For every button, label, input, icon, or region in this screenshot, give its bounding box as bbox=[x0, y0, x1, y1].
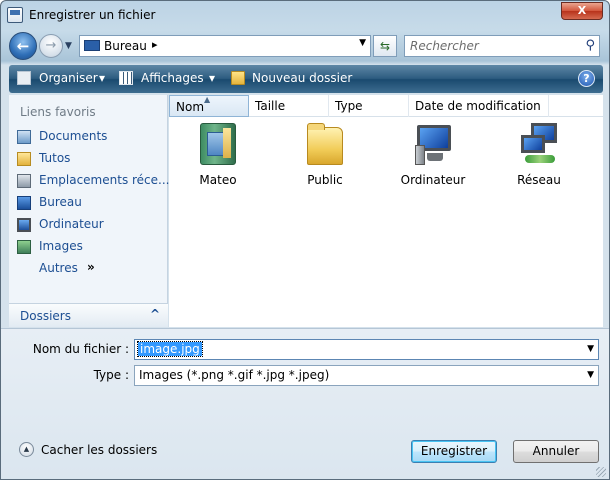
save-button[interactable]: Enregistrer bbox=[411, 440, 497, 463]
list-item[interactable]: Ordinateur bbox=[388, 123, 478, 191]
views-dropdown-icon[interactable]: ▾ bbox=[209, 71, 215, 85]
sort-ascending-icon: ▲ bbox=[204, 95, 211, 104]
hide-folders-icon[interactable]: ▲ bbox=[19, 442, 34, 457]
column-header-name[interactable]: ▲ Nom bbox=[169, 95, 249, 117]
computer-icon bbox=[415, 123, 451, 165]
file-label: Ordinateur bbox=[400, 173, 466, 187]
address-separator-icon[interactable]: ▸ bbox=[152, 38, 158, 51]
folder-icon bbox=[17, 152, 31, 166]
organize-icon bbox=[17, 71, 31, 85]
command-toolbar: Organiser ▾ Affichages ▾ Nouveau dossier… bbox=[9, 65, 603, 93]
column-header-type[interactable]: Type bbox=[329, 95, 409, 117]
new-folder-button[interactable]: Nouveau dossier bbox=[252, 71, 352, 85]
close-button[interactable]: X bbox=[561, 2, 603, 20]
filename-dropdown-icon[interactable]: ▼ bbox=[587, 344, 594, 354]
type-label: Type : bbox=[93, 368, 129, 382]
search-placeholder: Rechercher bbox=[410, 39, 479, 53]
desktop-icon bbox=[17, 196, 31, 210]
file-type-select[interactable]: Images (*.png *.gif *.jpg *.jpeg) ▼ bbox=[134, 365, 599, 386]
forward-button[interactable]: → bbox=[39, 34, 63, 58]
navigation-pane: Liens favoris Documents Tutos Emplacemen… bbox=[9, 95, 169, 327]
list-item[interactable]: Public bbox=[280, 123, 370, 191]
address-location: Bureau bbox=[104, 39, 147, 53]
back-button[interactable]: ← bbox=[9, 32, 37, 60]
favorites-heading: Liens favoris bbox=[20, 105, 96, 119]
list-item[interactable]: Mateo bbox=[173, 123, 263, 191]
recent-places-icon bbox=[17, 174, 31, 188]
organize-button[interactable]: Organiser bbox=[39, 71, 98, 85]
sidebar-item-label: Documents bbox=[39, 129, 108, 143]
filename-value: image.jpg bbox=[137, 341, 203, 357]
computer-icon bbox=[17, 218, 31, 232]
user-folder-icon bbox=[200, 123, 236, 165]
column-header-label: Nom bbox=[176, 100, 205, 114]
desktop-icon bbox=[84, 40, 100, 51]
title-bar[interactable]: Enregistrer un fichier X bbox=[1, 1, 609, 29]
cancel-button[interactable]: Annuler bbox=[513, 440, 599, 463]
pictures-icon bbox=[17, 240, 31, 254]
folders-label: Dossiers bbox=[20, 309, 71, 323]
sidebar-item-label: Images bbox=[39, 239, 83, 253]
sidebar-item-more[interactable]: Autres » bbox=[15, 259, 165, 279]
file-list-pane: ▲ Nom Taille Type Date de modification M… bbox=[169, 95, 603, 327]
sidebar-item-tutos[interactable]: Tutos bbox=[15, 149, 165, 169]
column-headers: ▲ Nom Taille Type Date de modification bbox=[169, 95, 603, 117]
sidebar-item-recent-places[interactable]: Emplacements réce... bbox=[15, 171, 169, 191]
resize-grip[interactable] bbox=[596, 467, 606, 477]
list-item[interactable]: Réseau bbox=[494, 123, 584, 191]
organize-dropdown-icon[interactable]: ▾ bbox=[99, 71, 105, 85]
address-dropdown-icon[interactable]: ▼ bbox=[359, 38, 366, 48]
views-button[interactable]: Affichages bbox=[141, 71, 204, 85]
new-folder-icon bbox=[231, 71, 245, 85]
chevron-up-icon[interactable]: ^ bbox=[150, 307, 160, 321]
refresh-button[interactable]: ⇆ bbox=[373, 35, 397, 57]
file-type-dropdown-icon[interactable]: ▼ bbox=[587, 370, 594, 380]
file-label: Réseau bbox=[517, 173, 561, 187]
folder-icon bbox=[307, 123, 343, 165]
navigation-bar: ← → ▼ Bureau ▸ ▼ ⇆ Rechercher ⚲ bbox=[1, 29, 609, 63]
sidebar-item-label: Emplacements réce... bbox=[39, 173, 170, 187]
filename-label: Nom du fichier : bbox=[32, 342, 129, 356]
window-icon bbox=[7, 7, 23, 23]
file-type-value: Images (*.png *.gif *.jpg *.jpeg) bbox=[139, 368, 330, 382]
save-file-dialog: Enregistrer un fichier X ← → ▼ Bureau ▸ … bbox=[0, 0, 610, 480]
save-options-panel: Nom du fichier : image.jpg ▼ Type : Imag… bbox=[1, 328, 609, 479]
search-input[interactable]: Rechercher ⚲ bbox=[404, 35, 600, 57]
column-header-size[interactable]: Taille bbox=[249, 95, 329, 117]
recent-pages-dropdown-icon[interactable]: ▼ bbox=[65, 41, 72, 51]
sidebar-item-desktop[interactable]: Bureau bbox=[15, 193, 165, 213]
views-icon bbox=[119, 71, 133, 85]
folders-toggle-bar[interactable]: Dossiers ^ bbox=[9, 303, 168, 327]
file-label: Mateo bbox=[199, 173, 237, 187]
network-icon bbox=[521, 123, 557, 165]
more-links-label: Autres bbox=[39, 261, 78, 275]
address-bar[interactable]: Bureau ▸ ▼ bbox=[79, 35, 371, 57]
sidebar-item-label: Bureau bbox=[39, 195, 82, 209]
help-icon[interactable]: ? bbox=[578, 70, 595, 87]
column-header-date-modified[interactable]: Date de modification bbox=[409, 95, 549, 117]
documents-icon bbox=[17, 130, 31, 144]
sidebar-item-pictures[interactable]: Images bbox=[15, 237, 165, 257]
more-chevron-icon: » bbox=[87, 260, 95, 274]
search-icon[interactable]: ⚲ bbox=[585, 38, 595, 53]
sidebar-item-label: Ordinateur bbox=[39, 217, 104, 231]
filename-field[interactable]: image.jpg ▼ bbox=[134, 339, 599, 360]
sidebar-item-computer[interactable]: Ordinateur bbox=[15, 215, 165, 235]
sidebar-item-documents[interactable]: Documents bbox=[15, 127, 165, 147]
hide-folders-button[interactable]: Cacher les dossiers bbox=[41, 443, 157, 457]
sidebar-item-label: Tutos bbox=[39, 151, 71, 165]
file-label: Public bbox=[307, 173, 343, 187]
window-title: Enregistrer un fichier bbox=[29, 8, 156, 22]
